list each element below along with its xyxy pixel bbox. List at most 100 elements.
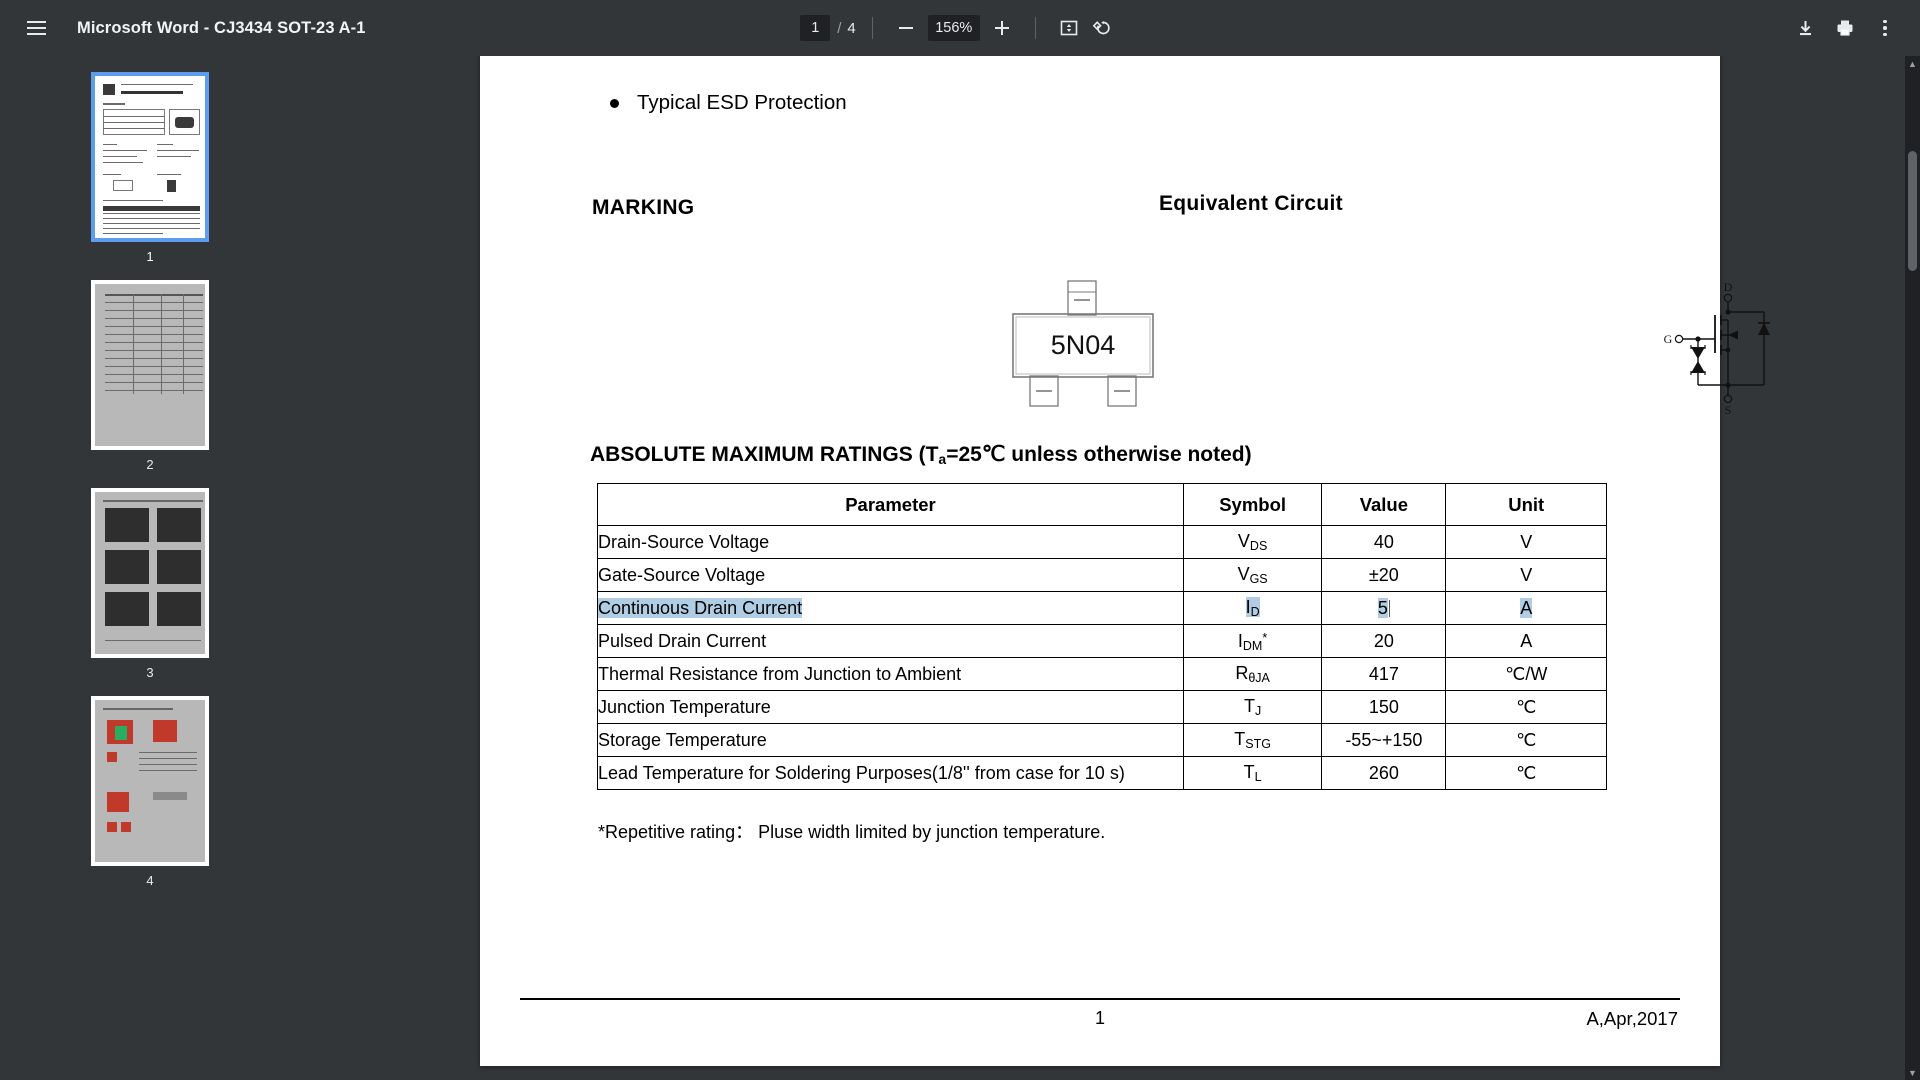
minus-icon	[898, 27, 913, 29]
scroll-up-arrow-icon[interactable]: ▲	[1905, 56, 1920, 71]
thumbnail-label-3: 3	[146, 665, 154, 680]
cell-parameter: Junction Temperature	[597, 690, 1184, 724]
equivalent-circuit-diagram: D G S	[1664, 281, 1770, 416]
thumbnail-image-3	[91, 488, 209, 658]
cell-unit: ℃	[1445, 690, 1607, 724]
equivalent-circuit-heading: Equivalent Circuit	[1159, 192, 1343, 215]
header-unit: Unit	[1445, 483, 1607, 526]
scrollbar-thumb[interactable]	[1908, 151, 1917, 271]
thumbnail-label-2: 2	[146, 457, 154, 472]
table-row: Storage Temperature TSTG -55~+150 ℃	[597, 723, 1607, 757]
cell-value: 150	[1321, 690, 1447, 724]
cell-unit: ℃	[1445, 723, 1607, 757]
cell-value: 40	[1321, 525, 1447, 559]
scroll-down-arrow-icon[interactable]: ▼	[1905, 1065, 1920, 1080]
thumbnail-sidebar[interactable]: 1 2 3 4	[0, 56, 300, 1080]
cell-value: -55~+150	[1321, 723, 1447, 757]
cell-symbol: TSTG	[1182, 723, 1323, 757]
cell-unit: A	[1445, 624, 1607, 658]
table-row: Drain-Source Voltage VDS 40 V	[597, 525, 1607, 559]
absolute-maximum-ratings-heading: ABSOLUTE MAXIMUM RATINGS (Ta=25℃ unless …	[590, 442, 1252, 467]
footer-revision: A,Apr,2017	[1586, 1008, 1678, 1029]
package-marking-text: 5N04	[1051, 330, 1116, 360]
cell-value: 417	[1321, 657, 1447, 691]
thumbnail-image-2	[91, 280, 209, 450]
selected-text: Continuous Drain Current	[598, 597, 803, 618]
cell-symbol: TL	[1182, 756, 1323, 790]
vertical-scrollbar[interactable]: ▲ ▼	[1905, 56, 1920, 1080]
table-footnote: *Repetitive rating： Pluse width limited …	[598, 822, 1106, 842]
cell-unit: ℃/W	[1445, 657, 1607, 691]
ratings-heading-post: =25℃ unless otherwise noted)	[946, 443, 1252, 466]
bullet-dot-icon	[610, 98, 619, 108]
download-button[interactable]	[1788, 11, 1822, 45]
page-separator: /	[837, 19, 842, 37]
table-row: Junction Temperature TJ 150 ℃	[597, 690, 1607, 724]
header-parameter: Parameter	[597, 483, 1184, 526]
header-symbol: Symbol	[1182, 483, 1323, 526]
thumbnail-label-4: 4	[146, 873, 154, 888]
rotate-button[interactable]	[1086, 11, 1120, 45]
more-options-button[interactable]	[1868, 11, 1902, 45]
zoom-level-display[interactable]: 156%	[927, 15, 980, 41]
cell-unit: V	[1445, 558, 1607, 592]
print-icon	[1837, 20, 1853, 36]
page-number-input[interactable]	[800, 15, 831, 41]
cell-parameter: Thermal Resistance from Junction to Ambi…	[597, 657, 1184, 691]
thumbnail-page-3[interactable]: 3	[0, 488, 300, 680]
top-toolbar: Microsoft Word - CJ3434 SOT-23 A-1 / 4 1…	[0, 0, 1920, 56]
footer-page-number: 1	[1094, 1008, 1105, 1028]
cell-symbol: IDM*	[1182, 624, 1323, 658]
table-row: Continuous Drain Current ID 5 A	[597, 591, 1607, 625]
zoom-out-button[interactable]	[889, 11, 923, 45]
thumbnail-label-1: 1	[146, 249, 154, 264]
thumbnail-page-4[interactable]: 4	[0, 696, 300, 888]
cell-symbol: TJ	[1182, 690, 1323, 724]
thumbnail-page-1[interactable]: 1	[0, 72, 300, 264]
hamburger-menu-icon[interactable]	[14, 6, 58, 50]
download-icon	[1799, 20, 1811, 35]
cell-unit: A	[1445, 591, 1607, 625]
fit-page-button[interactable]	[1052, 11, 1086, 45]
document-page: Typical ESD Protection MARKING Equivalen…	[480, 56, 1770, 1066]
cell-unit: ℃	[1445, 756, 1607, 790]
document-title: Microsoft Word - CJ3434 SOT-23 A-1	[77, 18, 366, 37]
cell-parameter: Drain-Source Voltage	[597, 525, 1184, 559]
cell-value: 20	[1321, 624, 1447, 658]
thumbnail-image-4	[91, 696, 209, 866]
zoom-in-button[interactable]	[985, 11, 1019, 45]
marking-heading: MARKING	[592, 196, 695, 219]
plus-icon	[994, 21, 1009, 35]
header-value: Value	[1321, 483, 1447, 526]
cell-value: ±20	[1321, 558, 1447, 592]
thumbnail-page-2[interactable]: 2	[0, 280, 300, 472]
cell-parameter: Gate-Source Voltage	[597, 558, 1184, 592]
cell-unit: V	[1445, 525, 1607, 559]
cell-parameter: Pulsed Drain Current	[597, 624, 1184, 658]
absolute-maximum-ratings-table: Parameter Symbol Value Unit Drain-Source…	[597, 483, 1607, 790]
fit-page-icon	[1060, 20, 1078, 36]
cell-symbol: RθJA	[1182, 657, 1323, 691]
print-button[interactable]	[1828, 11, 1862, 45]
page-count: 4	[847, 19, 856, 37]
cell-symbol: VGS	[1182, 558, 1323, 592]
circuit-label-gate: G	[1664, 332, 1673, 346]
table-row: Lead Temperature for Soldering Purposes(…	[597, 756, 1607, 790]
ratings-heading-pre: ABSOLUTE MAXIMUM RATINGS (T	[590, 443, 939, 466]
cell-symbol: VDS	[1182, 525, 1323, 559]
circuit-label-drain: D	[1724, 281, 1733, 294]
toolbar-left-group: Microsoft Word - CJ3434 SOT-23 A-1	[0, 6, 520, 50]
cell-parameter: Lead Temperature for Soldering Purposes(…	[597, 756, 1184, 790]
toolbar-center-group: / 4 156%	[520, 11, 1400, 45]
text-caret	[1388, 599, 1390, 617]
table-header-row: Parameter Symbol Value Unit	[597, 483, 1607, 526]
toolbar-divider-2	[1034, 17, 1036, 39]
more-vertical-icon	[1883, 19, 1887, 37]
document-viewer[interactable]: Typical ESD Protection MARKING Equivalen…	[300, 56, 1920, 1080]
rotate-counterclockwise-icon	[1092, 21, 1110, 35]
circuit-label-source: S	[1725, 403, 1732, 416]
toolbar-divider-1	[871, 17, 873, 39]
footer-divider	[520, 998, 1680, 1000]
cell-value: 5	[1321, 591, 1447, 625]
feature-bullet-item: Typical ESD Protection	[610, 91, 847, 115]
